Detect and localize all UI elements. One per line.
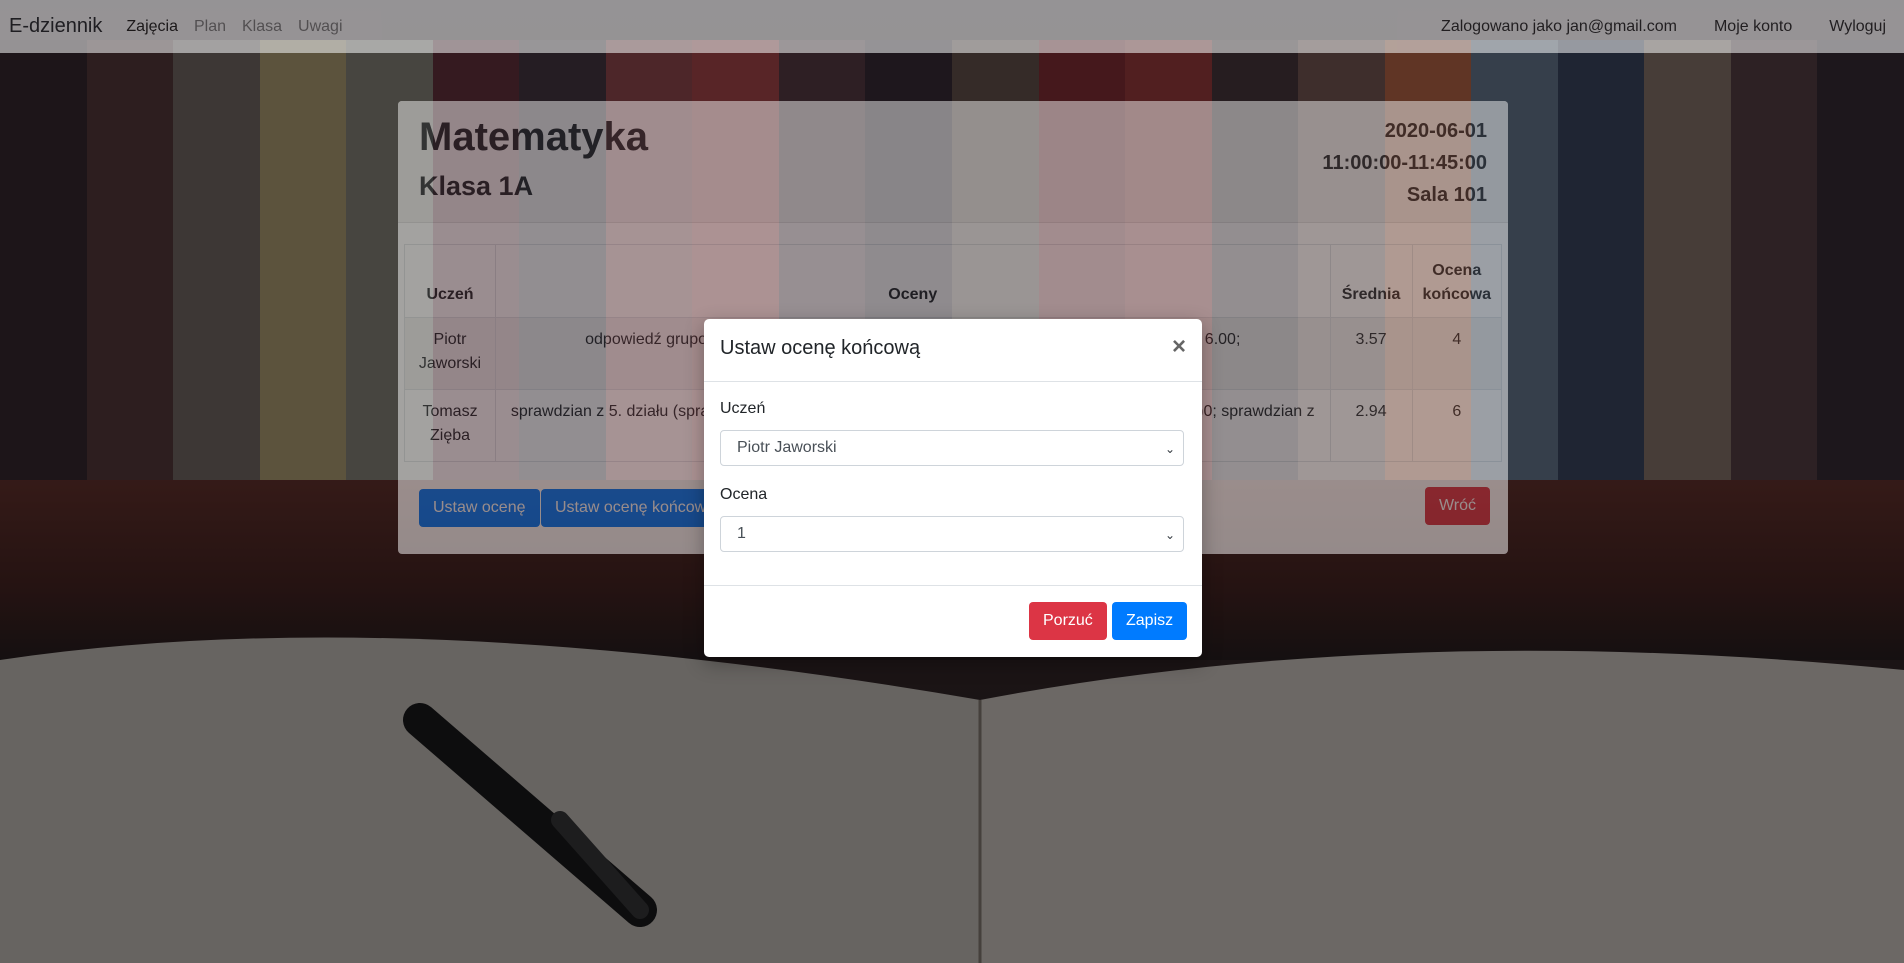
table-header-row: Uczeń Oceny Średnia Ocena końcowa (404, 244, 1503, 318)
lesson-date: 2020-06-01 (1384, 120, 1487, 142)
chevron-down-icon: ⌄ (1164, 528, 1175, 542)
top-navbar: E-dziennik Zajęcia Plan Klasa Uwagi Zalo… (0, 0, 1904, 53)
final-grade-value: 4 (1411, 317, 1503, 390)
brand-logo[interactable]: E-dziennik (9, 15, 102, 38)
grades-text: )0; sprawdzian z (1198, 403, 1315, 420)
lesson-room: Sala 101 (1406, 184, 1487, 206)
lesson-header: Matematyka Klasa 1A 2020-06-01 11:00:00-… (398, 101, 1508, 223)
logged-in-user: Zalogowano jako jan@gmail.com (1441, 17, 1677, 35)
grade-label: Ocena (720, 486, 768, 503)
set-final-grade-button[interactable]: Ustaw ocenę końcową (541, 489, 730, 527)
chevron-down-icon: ⌄ (1164, 442, 1175, 456)
class-name: Klasa 1A (419, 171, 534, 201)
back-button[interactable]: Wróć (1424, 487, 1490, 525)
modal-footer: Porzuć Zapisz (704, 585, 1202, 658)
grade-select[interactable]: 1 ⌄ (720, 516, 1184, 552)
student-select[interactable]: Piotr Jaworski ⌄ (720, 430, 1184, 466)
subject-title: Matematyka (419, 115, 649, 159)
average-value: 2.94 (1329, 389, 1413, 462)
student-name[interactable]: Piotr Jaworski (404, 317, 496, 390)
lesson-info: 2020-06-01 11:00:00-11:45:00 Sala 101 (1322, 115, 1487, 211)
grades-text: odpowiedź grupo (585, 331, 707, 348)
modal-title: Ustaw ocenę końcową (720, 337, 921, 359)
save-button[interactable]: Zapisz (1112, 602, 1188, 640)
nav-link-zajecia[interactable]: Zajęcia (126, 18, 178, 36)
set-grade-button[interactable]: Ustaw ocenę (419, 489, 540, 527)
logout-link[interactable]: Wyloguj (1829, 18, 1886, 36)
set-final-grade-modal: Ustaw ocenę końcową × Uczeń Piotr Jawors… (704, 319, 1202, 657)
grades-text: sprawdzian z 5. działu (spra (510, 403, 710, 420)
grades-text: : 6.00; (1195, 331, 1241, 348)
column-header-average: Średnia (1329, 244, 1413, 318)
close-icon[interactable]: × (1172, 333, 1186, 361)
column-header-grades: Oceny (495, 244, 1331, 318)
student-select-value: Piotr Jaworski (737, 439, 837, 456)
column-header-student: Uczeń (404, 244, 496, 318)
nav-link-uwagi[interactable]: Uwagi (298, 18, 342, 36)
cancel-button[interactable]: Porzuć (1029, 602, 1107, 640)
grade-select-value: 1 (737, 525, 746, 542)
column-header-final-grade: Ocena końcowa (1411, 244, 1503, 318)
my-account-link[interactable]: Moje konto (1714, 18, 1792, 36)
nav-right: Zalogowano jako jan@gmail.com Moje konto… (1441, 18, 1904, 36)
lesson-time: 11:00:00-11:45:00 (1322, 152, 1487, 174)
average-value: 3.57 (1329, 317, 1413, 390)
nav-link-klasa[interactable]: Klasa (242, 18, 282, 36)
final-grade-value: 6 (1411, 389, 1503, 462)
student-label: Uczeń (720, 400, 766, 417)
student-name[interactable]: Tomasz Zięba (404, 389, 496, 462)
modal-header: Ustaw ocenę końcową × (704, 319, 1202, 382)
nav-link-plan[interactable]: Plan (194, 18, 226, 36)
